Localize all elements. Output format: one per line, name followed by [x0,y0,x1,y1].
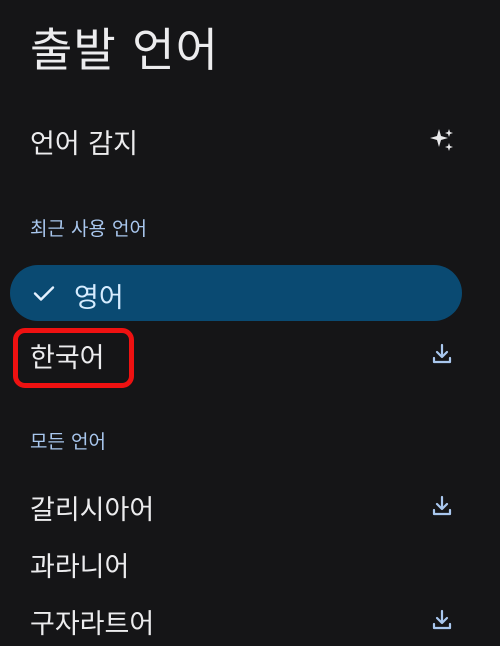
language-item-label: 과라니어 [30,552,130,583]
language-item-label: 구자라트어 [30,609,155,640]
language-item-english-selected[interactable]: 영어 [10,265,462,321]
recent-languages-header: 최근 사용 언어 [30,218,147,240]
language-item-label: 영어 [74,283,124,314]
page-title: 출발 언어 [30,23,219,77]
language-item-galician[interactable]: 갈리시아어 [0,478,500,534]
highlight-annotation-box [13,328,134,388]
language-item-guarani[interactable]: 과라니어 [0,535,500,591]
download-icon[interactable] [428,492,456,520]
detect-language-item[interactable]: 언어 감지 [0,112,500,168]
sparkle-icon [428,126,456,154]
language-item-gujarati[interactable]: 구자라트어 [0,592,500,646]
source-language-screen: 출발 언어 언어 감지 최근 사용 언어 영어 한국어 모든 언어 갈리시아어 … [0,0,500,646]
language-item-label: 갈리시아어 [30,495,155,526]
download-icon[interactable] [428,606,456,634]
check-icon [32,281,56,305]
download-icon[interactable] [428,340,456,368]
detect-language-label: 언어 감지 [30,129,138,160]
all-languages-header: 모든 언어 [30,431,106,453]
